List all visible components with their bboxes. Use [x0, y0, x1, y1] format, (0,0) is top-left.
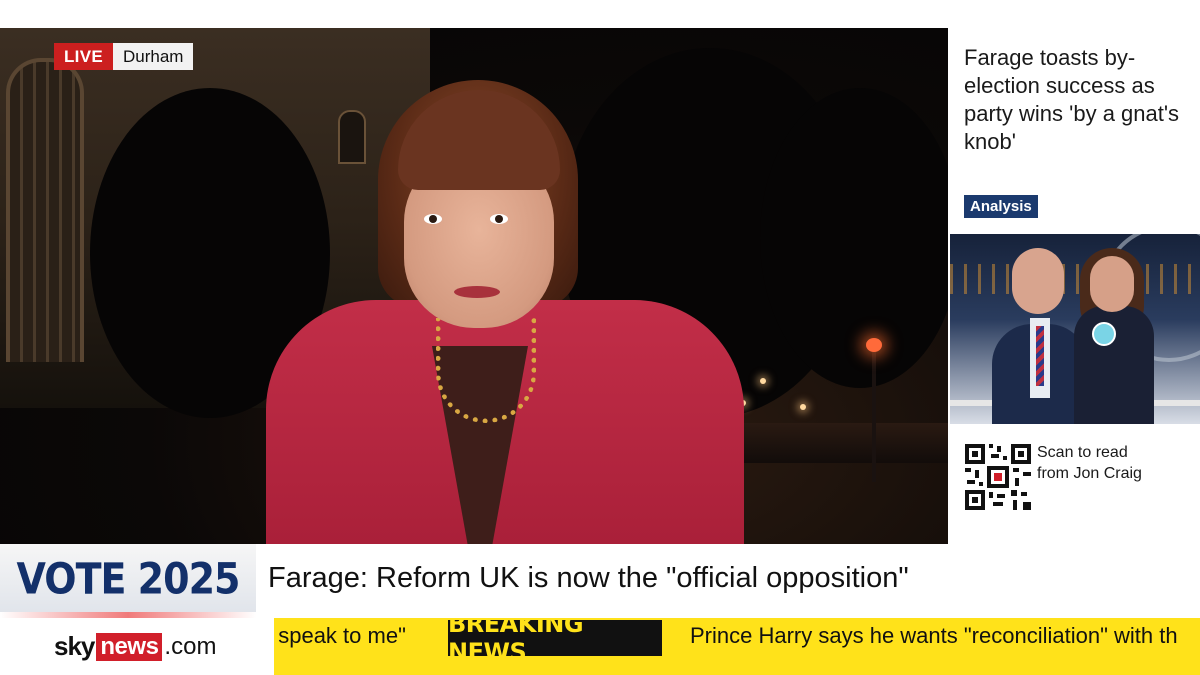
location-label: Durham: [113, 43, 194, 70]
ticker-item-prev: t speak to me": [274, 623, 406, 648]
main-headline: Farage: Reform UK is now the "official o…: [268, 562, 909, 594]
live-label: LIVE: [54, 43, 113, 70]
side-headline: Farage toasts by-election success as par…: [964, 45, 1180, 154]
woman-figure: [1074, 306, 1154, 424]
ticker-item-next: Prince Harry says he wants "reconciliati…: [690, 623, 1178, 648]
scan-text: Scan to read from Jon Craig: [1037, 444, 1142, 482]
analysis-tag: Analysis: [964, 195, 1038, 218]
woman-head: [1090, 256, 1134, 312]
man-head: [1012, 248, 1064, 314]
tree-silhouette: [760, 88, 948, 388]
breaking-news-label: BREAKING NEWS: [448, 618, 662, 666]
side-photo: [950, 234, 1200, 424]
distant-light: [800, 404, 806, 410]
rosette-icon: [1092, 322, 1116, 346]
distant-light: [760, 378, 766, 384]
logo-news: news: [96, 632, 163, 661]
man-tie: [1036, 326, 1044, 386]
cathedral-window: [338, 110, 366, 164]
gothic-window: [6, 58, 84, 362]
vote-2025-box: VOTE 2025: [0, 544, 256, 618]
logo-sky: sky: [54, 631, 95, 661]
street-lamp: [866, 338, 882, 352]
sky-news-logo[interactable]: sky news .com: [0, 618, 274, 675]
logo-dotcom: .com: [164, 632, 217, 660]
headline-bar: Farage: Reform UK is now the "official o…: [256, 544, 1200, 618]
news-ticker: t speak to me" BREAKING NEWS Prince Harr…: [274, 618, 1200, 675]
vote-label: VOTE 2025: [16, 554, 241, 604]
qr-code-icon[interactable]: [963, 442, 1033, 512]
side-panel: Farage toasts by-election success as par…: [948, 0, 1200, 544]
presenter-necklace: [436, 318, 536, 423]
presenter-lips: [454, 286, 500, 298]
top-strip: [0, 0, 948, 28]
presenter-eye: [490, 214, 508, 224]
video-feed: [0, 28, 948, 544]
presenter-eye: [424, 214, 442, 224]
lamp-post: [872, 352, 876, 482]
live-badge: LIVE Durham: [54, 43, 194, 70]
